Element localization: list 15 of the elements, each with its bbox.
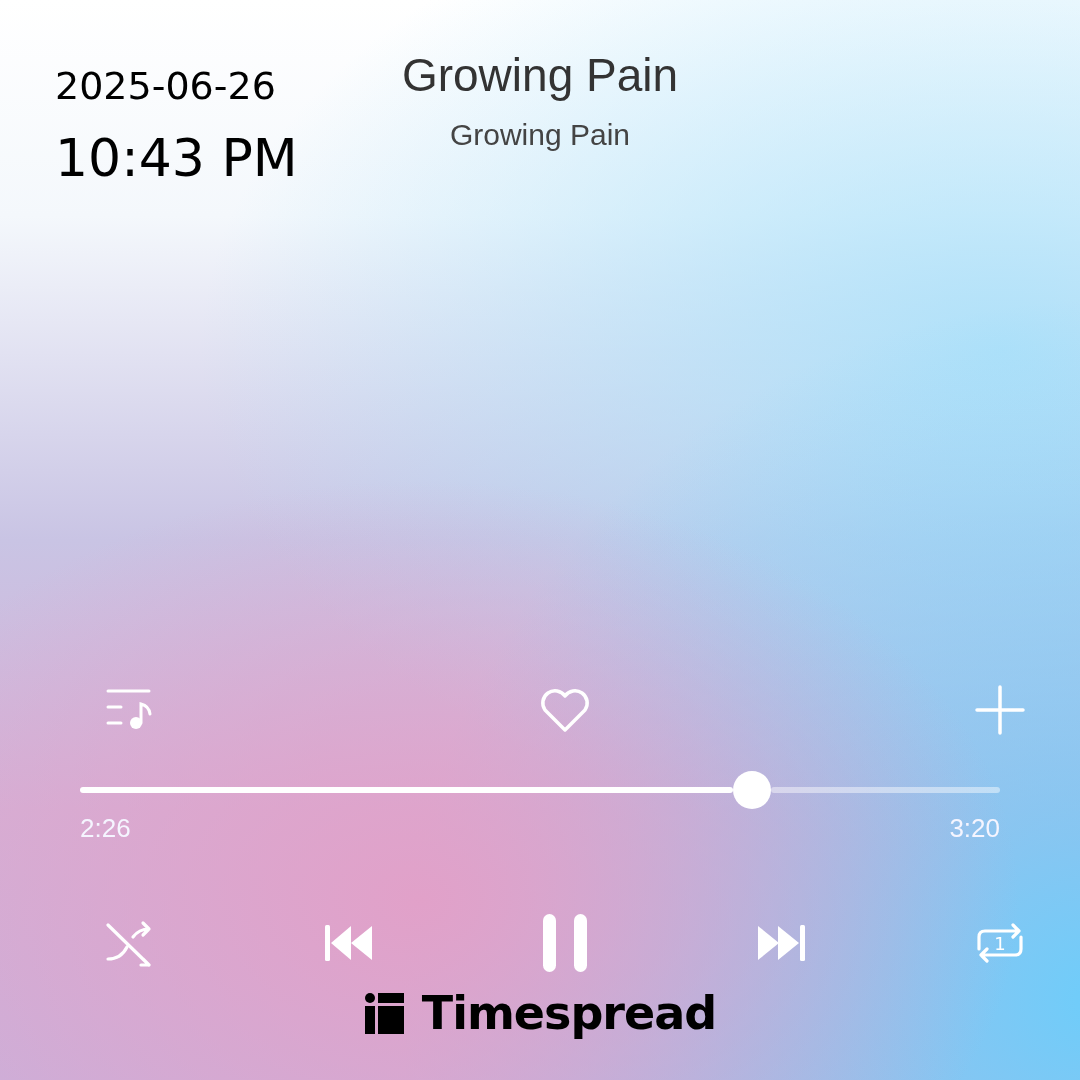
plus-icon[interactable]: [975, 685, 1025, 735]
logo-icon: [363, 992, 404, 1034]
artist-name: Growing Pain: [449, 118, 631, 152]
previous-icon[interactable]: [325, 925, 373, 961]
elapsed-time: 2:26: [80, 813, 131, 844]
seek-handle[interactable]: [732, 771, 771, 809]
next-icon[interactable]: [757, 925, 805, 961]
total-time: 3:20: [949, 813, 1000, 844]
seek-bar[interactable]: [80, 771, 1000, 809]
brand-name: Timespread: [421, 986, 717, 1040]
pause-icon[interactable]: [543, 914, 587, 972]
time-text: 10:43 PM: [55, 128, 299, 188]
heart-icon[interactable]: [539, 687, 591, 733]
song-title: Growing Pain: [401, 48, 679, 102]
date-text: 2025-06-26: [55, 64, 277, 108]
